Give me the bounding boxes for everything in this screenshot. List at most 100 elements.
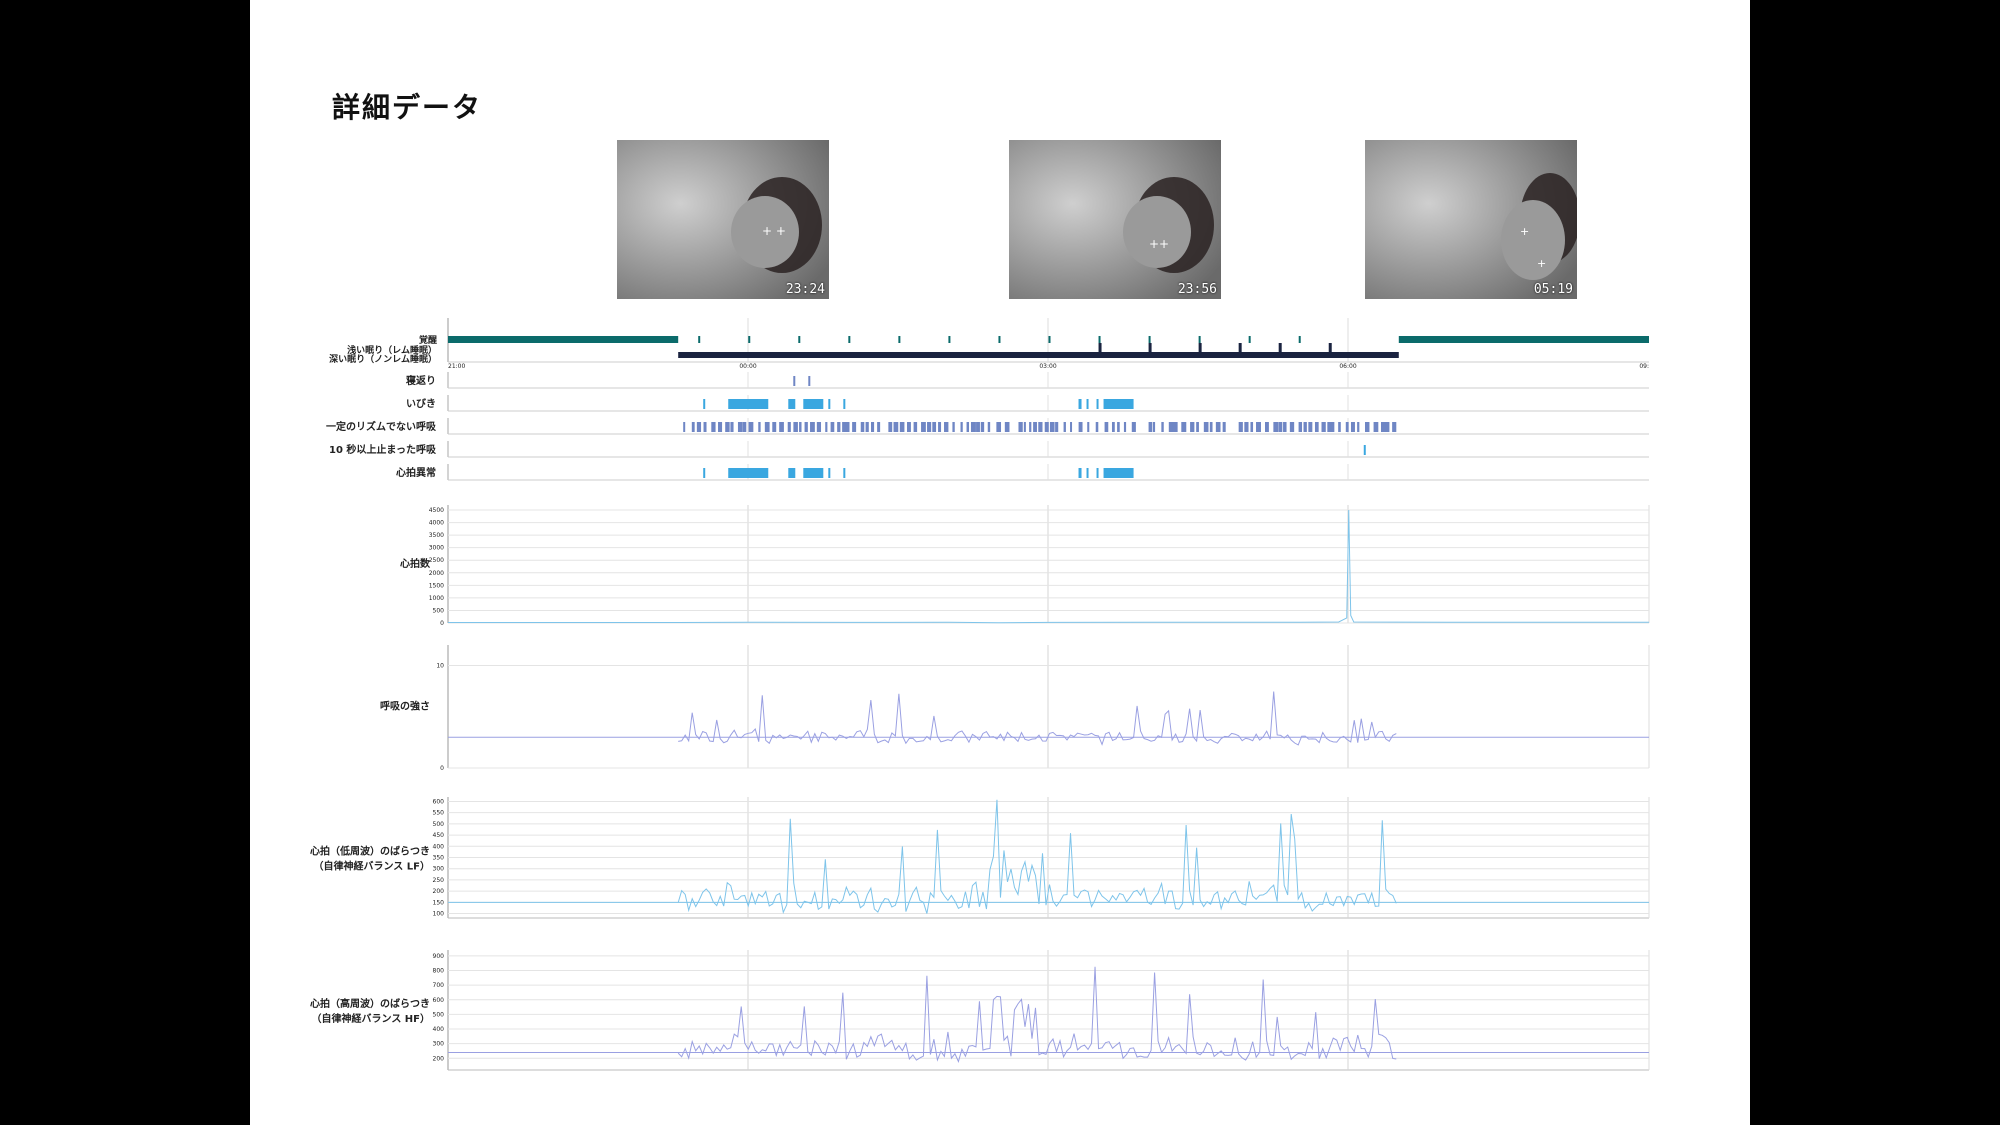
y-tick-label: 550	[433, 810, 445, 817]
x-tick-label: 21:00	[448, 363, 465, 370]
event-mark	[779, 422, 784, 432]
y-tick-label: 3000	[429, 545, 444, 552]
hypnogram-label-wake: 覚醒	[419, 334, 437, 346]
event-mark	[1033, 422, 1037, 432]
event-mark	[1314, 422, 1319, 432]
event-mark	[1256, 422, 1261, 432]
event-mark	[1345, 422, 1349, 432]
event-mark	[808, 376, 811, 386]
event-mark	[865, 422, 869, 432]
event-mark	[1331, 422, 1335, 432]
y-tick-label: 300	[433, 1041, 445, 1048]
rem-transition	[1148, 343, 1152, 352]
y-tick-label: 200	[433, 1055, 445, 1062]
wake-tick	[948, 336, 951, 343]
wake-tick	[998, 336, 1001, 343]
event-row-label: 心拍異常	[396, 466, 436, 479]
event-row-label: 10 秒以上止まった呼吸	[329, 443, 437, 456]
event-mark	[1078, 468, 1082, 478]
event-mark	[1055, 422, 1059, 432]
event-mark	[828, 399, 831, 409]
event-mark	[703, 422, 707, 432]
event-mark	[960, 422, 963, 432]
event-mark	[691, 422, 695, 432]
y-tick-label: 0	[440, 620, 444, 627]
event-mark	[788, 468, 796, 478]
event-mark	[748, 422, 754, 432]
rem-transition	[1238, 343, 1242, 352]
event-mark	[1087, 422, 1090, 432]
event-mark	[980, 422, 985, 432]
event-row-label: 一定のリズムでない呼吸	[326, 420, 437, 433]
event-mark	[913, 422, 918, 432]
wake-tick	[1298, 336, 1301, 343]
wake-tick	[1198, 336, 1201, 343]
x-tick-label: 06:00	[1339, 363, 1356, 370]
event-mark	[1278, 422, 1283, 432]
event-mark	[816, 422, 822, 432]
event-mark	[1264, 422, 1269, 432]
event-mark	[787, 422, 791, 432]
event-mark	[927, 422, 932, 432]
event-mark	[737, 422, 743, 432]
y-tick-label: 1500	[429, 582, 444, 589]
event-mark	[730, 422, 734, 432]
y-tick-label: 3500	[429, 532, 444, 539]
event-mark	[1070, 422, 1073, 432]
wake-tick	[1148, 336, 1151, 343]
y-tick-label: 0	[440, 765, 444, 772]
event-mark	[1181, 422, 1187, 432]
chart-label: 心拍数	[400, 557, 431, 570]
event-mark	[996, 422, 1002, 432]
event-mark	[871, 422, 875, 432]
event-mark	[1044, 422, 1049, 432]
event-mark	[804, 422, 808, 432]
event-mark	[1004, 422, 1010, 432]
event-mark	[825, 422, 828, 432]
event-mark	[1308, 422, 1313, 432]
sleep-bar	[678, 352, 1399, 358]
wake-bar	[1398, 336, 1649, 343]
event-mark	[1018, 422, 1023, 432]
event-mark	[976, 422, 980, 432]
event-mark	[952, 422, 955, 432]
event-mark	[944, 422, 949, 432]
wake-tick	[898, 336, 901, 343]
wake-tick	[698, 336, 701, 343]
event-mark	[1215, 422, 1221, 432]
y-tick-label: 450	[433, 832, 445, 839]
y-tick-label: 150	[433, 899, 445, 906]
event-mark	[893, 422, 899, 432]
sleep-charts: 覚醒浅い眠り（レム睡眠）深い眠り（ノンレム睡眠）21:00 00:00 03:00 0…	[310, 318, 1650, 1071]
event-mark	[1063, 422, 1066, 432]
event-mark	[803, 468, 824, 478]
event-mark	[1364, 422, 1370, 432]
event-mark	[1123, 422, 1127, 432]
event-mark	[1350, 422, 1355, 432]
event-mark	[1298, 422, 1303, 432]
event-mark	[803, 399, 824, 409]
event-mark	[830, 422, 835, 432]
y-tick-label: 10	[436, 663, 444, 670]
event-mark	[758, 422, 761, 432]
event-mark	[1029, 422, 1032, 432]
event-mark	[742, 422, 747, 432]
wake-tick	[848, 336, 851, 343]
event-mark	[1209, 422, 1213, 432]
wake-tick	[748, 336, 751, 343]
event-mark	[1321, 422, 1326, 432]
event-mark	[728, 399, 769, 409]
event-mark	[1273, 422, 1279, 432]
event-mark	[711, 422, 716, 432]
wake-tick	[1048, 336, 1051, 343]
event-mark	[1283, 422, 1287, 432]
y-tick-label: 250	[433, 877, 445, 884]
event-mark	[987, 422, 991, 432]
y-tick-label: 400	[433, 843, 445, 850]
data-series	[677, 799, 1397, 915]
event-mark	[793, 376, 796, 386]
event-mark	[877, 422, 881, 432]
event-mark	[683, 422, 686, 432]
rem-transition	[1098, 343, 1102, 352]
y-tick-label: 600	[433, 798, 445, 805]
